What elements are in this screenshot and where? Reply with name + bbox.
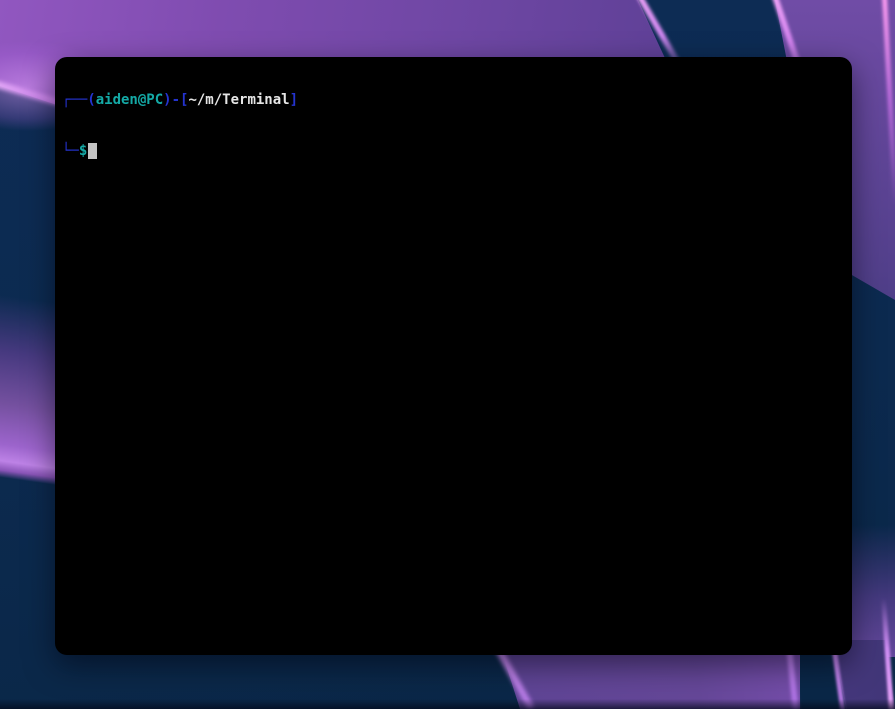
wallpaper-edge-bottom-4 [881,597,895,709]
wallpaper-ribbon-left [0,295,62,490]
terminal-window[interactable]: ┌──(aiden@PC)-[~/m/Terminal] └─$ [55,57,852,655]
terminal-prompt-line-1: ┌──(aiden@PC)-[~/m/Terminal] [62,92,846,109]
wallpaper-edge-right-2 [882,0,895,206]
wallpaper-glow-bottom-right [850,525,895,657]
prompt-corner: └─ [62,143,79,159]
prompt-separator: )-[ [163,92,189,108]
desktop: ┌──(aiden@PC)-[~/m/Terminal] └─$ [0,0,895,709]
prompt-path: ~/m/Terminal [188,92,290,108]
wallpaper-edge-bottom-2 [786,645,799,709]
wallpaper-bottom-vignette [0,699,895,709]
prompt-frame-open: ┌──( [62,92,96,108]
terminal-prompt-line-2: └─$ [62,143,846,160]
prompt-user-host: aiden@PC [95,92,164,108]
prompt-frame-close: ] [289,92,299,108]
terminal-cursor [88,143,98,159]
prompt-dollar-symbol: $ [78,143,88,159]
